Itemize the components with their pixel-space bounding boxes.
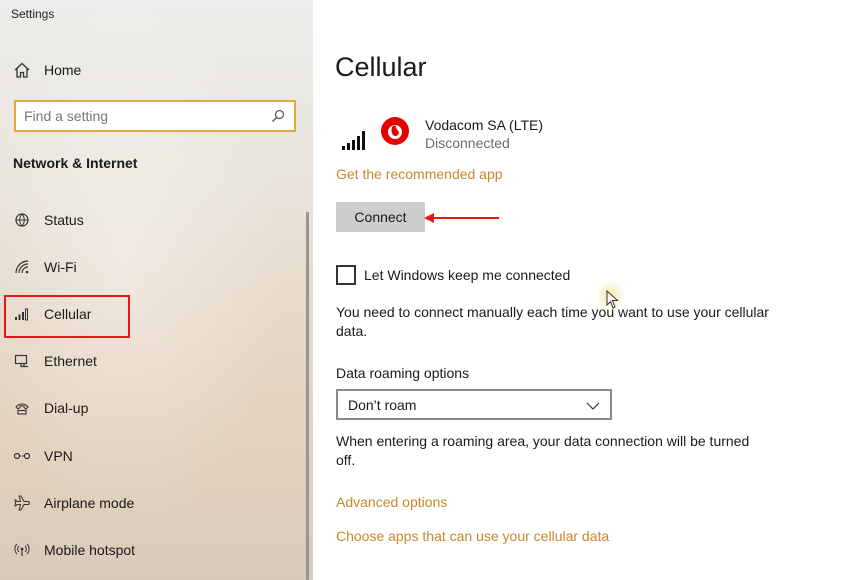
- keep-connected-row[interactable]: Let Windows keep me connected: [336, 265, 570, 285]
- annotation-arrow-icon: [424, 213, 499, 223]
- roaming-options-label: Data roaming options: [336, 365, 470, 381]
- ethernet-icon: [12, 351, 32, 371]
- sidebar-item-ethernet[interactable]: Ethernet: [0, 338, 313, 385]
- sidebar-item-label: Wi-Fi: [44, 258, 77, 275]
- sidebar-item-airplane[interactable]: Airplane mode: [0, 479, 313, 526]
- search-icon[interactable]: [270, 108, 286, 124]
- section-heading: Network & Internet: [13, 155, 138, 171]
- roaming-selected-value: Don’t roam: [348, 396, 417, 413]
- page-title: Cellular: [335, 52, 427, 82]
- sidebar-item-label: Ethernet: [44, 353, 97, 370]
- search-box[interactable]: [14, 100, 296, 132]
- sidebar-item-cellular[interactable]: Cellular: [0, 290, 313, 339]
- window-title: Settings: [11, 7, 55, 21]
- wifi-icon: [12, 257, 32, 277]
- signal-strength-icon: [342, 131, 365, 150]
- advanced-options-link[interactable]: Advanced options: [336, 494, 447, 510]
- sidebar-item-label: Airplane mode: [44, 494, 135, 511]
- dialup-icon: [12, 398, 32, 418]
- cellular-signal-icon: [12, 304, 32, 324]
- keep-connected-checkbox[interactable]: [336, 265, 356, 285]
- globe-status-icon: [12, 210, 32, 230]
- manual-connect-note: You need to connect manually each time y…: [336, 304, 769, 339]
- sidebar-item-dialup[interactable]: Dial-up: [0, 385, 313, 432]
- carrier-status: Disconnected: [425, 135, 510, 151]
- sidebar-scrollbar[interactable]: [306, 212, 309, 580]
- roaming-note: When entering a roaming area, your data …: [336, 433, 750, 468]
- sidebar-item-status[interactable]: Status: [0, 196, 313, 243]
- sidebar-item-label: Cellular: [44, 305, 92, 322]
- main-pane: Cellular Vodacom SA (LTE) Disconnected G…: [313, 0, 850, 580]
- sidebar-item-vpn[interactable]: VPN: [0, 432, 313, 479]
- sidebar-item-label: VPN: [44, 447, 73, 464]
- vpn-icon: [12, 446, 32, 466]
- hotspot-icon: [12, 540, 32, 560]
- sidebar: Settings Home Network & Internet Status …: [0, 0, 313, 580]
- carrier-name: Vodacom SA (LTE): [425, 117, 544, 133]
- sidebar-item-label: Mobile hotspot: [44, 541, 136, 558]
- home-label: Home: [44, 62, 82, 78]
- sidebar-item-label: Status: [44, 211, 84, 228]
- sidebar-item-label: Dial-up: [44, 400, 89, 417]
- home-icon: [12, 60, 32, 80]
- keep-connected-label: Let Windows keep me connected: [364, 267, 571, 283]
- search-input[interactable]: [24, 108, 270, 124]
- airplane-icon: [12, 493, 32, 513]
- nav-list: Status Wi-Fi Cellular Ethernet Dial-up V…: [0, 196, 313, 574]
- connect-button[interactable]: Connect: [336, 202, 425, 232]
- sidebar-item-mobile-hotspot[interactable]: Mobile hotspot: [0, 526, 313, 573]
- vodafone-logo-icon: [381, 117, 409, 145]
- roaming-options-select[interactable]: Don’t roam: [336, 389, 612, 420]
- get-recommended-app-link[interactable]: Get the recommended app: [336, 166, 503, 182]
- sidebar-item-wifi[interactable]: Wi-Fi: [0, 243, 313, 290]
- home-nav-item[interactable]: Home: [12, 59, 81, 81]
- chevron-down-icon: [586, 397, 600, 413]
- choose-apps-link[interactable]: Choose apps that can use your cellular d…: [336, 528, 609, 544]
